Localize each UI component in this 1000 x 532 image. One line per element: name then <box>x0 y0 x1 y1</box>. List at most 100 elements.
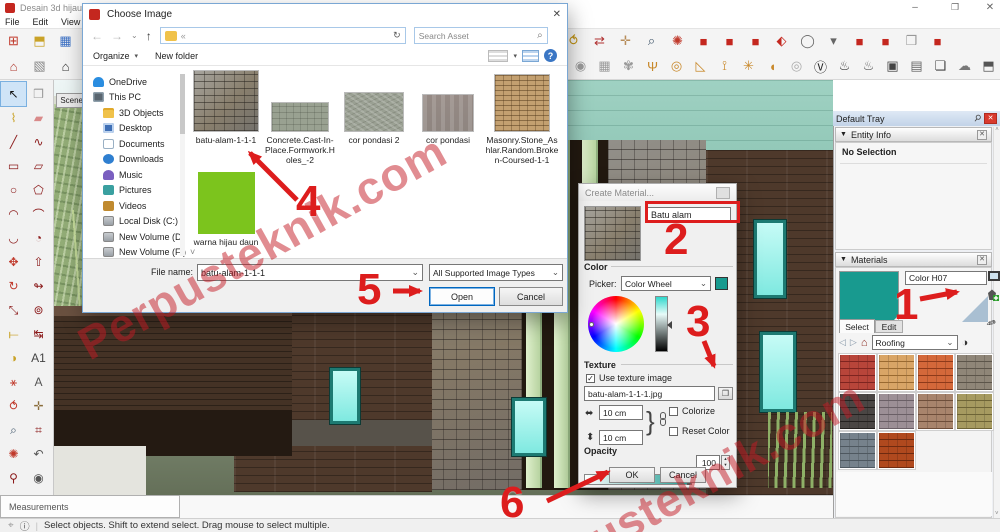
display-in-model-icon[interactable] <box>988 271 1000 281</box>
organize-button[interactable]: Organize <box>93 51 130 61</box>
tag-icon[interactable]: ⬖ <box>771 31 792 51</box>
position-camera-tool[interactable]: ⚲ <box>1 466 26 490</box>
pan-tool[interactable]: ✛ <box>26 394 51 418</box>
file-name-combo[interactable]: batu-alam-1-1-1 ⌄ <box>197 264 423 281</box>
export-icon[interactable]: ■ <box>745 31 766 51</box>
teapot-edit-icon[interactable]: ♨ <box>858 56 879 76</box>
two-point-arc-tool[interactable]: ⌒ <box>26 202 51 226</box>
texture-width-field[interactable]: 10 cm <box>599 405 643 420</box>
extension-icon-3[interactable]: ■ <box>927 31 948 51</box>
material-red-shingles[interactable] <box>838 353 877 392</box>
triangle-tool-icon[interactable]: ◺ <box>690 56 711 76</box>
push-pull-tool[interactable]: ⇧ <box>26 250 51 274</box>
dialog-close-icon[interactable]: ✕ <box>553 9 561 20</box>
collapse-icon[interactable]: ▼ <box>840 256 847 263</box>
materials-header[interactable]: ▼ Materials ✕ <box>835 252 992 267</box>
window-icon[interactable]: ❏ <box>930 56 951 76</box>
extension-icon-2[interactable]: ■ <box>875 31 896 51</box>
offset-tool[interactable]: ⊚ <box>26 298 51 322</box>
file-thumbnail-batu-alam[interactable] <box>193 70 259 132</box>
components-icon[interactable]: ❒ <box>901 31 922 51</box>
details-view-icon[interactable] <box>522 49 539 62</box>
house-icon[interactable]: ⌂ <box>3 56 24 76</box>
warehouse-icon[interactable]: ■ <box>693 31 714 51</box>
aspect-lock-icon[interactable] <box>660 412 666 426</box>
text-tool[interactable]: A1 <box>26 346 51 370</box>
move-tool[interactable]: ✥ <box>1 250 26 274</box>
batch-render-icon[interactable]: ▤ <box>906 56 927 76</box>
sidebar-item-this-pc[interactable]: This PC <box>93 90 179 106</box>
open-model-icon[interactable]: ⬒ <box>29 31 50 51</box>
picker-dropdown[interactable]: Color Wheel ⌄ <box>621 276 711 291</box>
three-point-arc-tool[interactable]: ◡ <box>1 226 26 250</box>
entity-info-close-icon[interactable]: ✕ <box>977 129 987 140</box>
file-thumbnail-concrete[interactable] <box>271 102 329 132</box>
menu-file[interactable]: File <box>5 17 20 27</box>
material-terracotta-tiles[interactable] <box>877 431 916 470</box>
zoom-window-tool[interactable]: ⌗ <box>26 418 51 442</box>
sidebar-item-new-volume-d[interactable]: New Volume (D: <box>103 229 184 245</box>
pin-icon[interactable]: ⚲ <box>972 112 983 125</box>
material-thatch[interactable] <box>955 392 994 431</box>
value-slider-handle[interactable] <box>667 321 672 329</box>
lasso-tool[interactable]: ⌇ <box>1 106 26 130</box>
browse-texture-icon[interactable]: ❒ <box>718 387 733 400</box>
reset-color-box[interactable] <box>669 427 678 436</box>
file-thumbnail-masonry[interactable] <box>494 74 550 132</box>
material-tan-scallop-tiles[interactable] <box>877 353 916 392</box>
texture-file-input[interactable]: batu-alam-1-1-1.jpg <box>584 386 715 401</box>
make-component-tool[interactable]: ❒ <box>26 82 51 106</box>
sidebar-item-local-disk-c[interactable]: Local Disk (C:) <box>103 214 179 230</box>
color-wheel[interactable] <box>588 296 644 352</box>
ok-button[interactable]: OK <box>609 467 655 483</box>
lock-icon[interactable]: ⬒ <box>978 56 999 76</box>
new-folder-button[interactable]: New folder <box>155 51 198 61</box>
dialog-cancel-button[interactable]: Cancel <box>499 287 563 306</box>
scale-tool[interactable]: ⤡ <box>1 298 26 322</box>
sample-paint-icon[interactable]: ◑ <box>962 337 969 349</box>
cancel-button[interactable]: Cancel <box>660 467 706 483</box>
file-tile[interactable]: warna hijau daun <box>189 170 263 247</box>
freehand-tool[interactable]: ∿ <box>26 130 51 154</box>
sidebar-item-onedrive[interactable]: OneDrive <box>93 74 179 90</box>
measurements-box[interactable]: Measurements <box>0 495 180 518</box>
up-icon[interactable]: ↑ <box>146 29 152 43</box>
save-model-icon[interactable]: ▦ <box>55 31 76 51</box>
sandbox-contours-icon[interactable]: ◉ <box>570 56 591 76</box>
collection-dropdown[interactable]: Roofing ⌄ <box>871 335 958 350</box>
protractor-tool[interactable]: ◑ <box>1 346 26 370</box>
sandbox-scratch-icon[interactable]: ▦ <box>594 56 615 76</box>
back-icon[interactable]: ← <box>91 29 103 43</box>
pan-hand-icon[interactable]: ✛ <box>615 31 636 51</box>
file-thumbnail-cor-pondasi-2[interactable] <box>344 92 404 132</box>
wheel-handle[interactable] <box>589 322 594 327</box>
sidebar-scrollbar[interactable] <box>180 74 185 256</box>
file-tile[interactable]: batu-alam-1-1-1 <box>189 68 263 145</box>
forward-icon[interactable]: ▷ <box>850 337 857 348</box>
help-icon[interactable]: ⓘ <box>20 518 30 532</box>
opacity-spinner[interactable]: ▲ ▼ <box>721 455 730 470</box>
sidebar-item-videos[interactable]: Videos <box>103 198 179 214</box>
menu-edit[interactable]: Edit <box>33 17 49 27</box>
tape-measure-tool[interactable]: ⟝ <box>1 322 26 346</box>
line-tool[interactable]: ╱ <box>1 130 26 154</box>
file-tile[interactable]: Masonry.Stone_Ashlar.Random.Broken-Cours… <box>485 68 559 166</box>
polygon-tool[interactable]: ⬠ <box>26 178 51 202</box>
refresh-icon[interactable]: ↻ <box>393 30 401 41</box>
sidebar-item-downloads[interactable]: Downloads <box>103 152 179 168</box>
rotated-rectangle-tool[interactable]: ▱ <box>26 154 51 178</box>
material-brown-roof-tiles[interactable] <box>916 392 955 431</box>
view-toggle-icon[interactable] <box>488 49 509 62</box>
select-tool[interactable]: ↖ <box>0 81 27 107</box>
tray-close-icon[interactable]: ✕ <box>984 113 997 124</box>
help-icon[interactable]: ? <box>544 49 557 62</box>
3d-text-tool[interactable]: A <box>26 370 51 394</box>
sun-tool-icon[interactable]: ✳ <box>738 56 759 76</box>
look-around-tool[interactable]: ◉ <box>26 466 51 490</box>
file-type-combo[interactable]: All Supported Image Types ⌄ <box>429 264 563 281</box>
colorize-checkbox[interactable] <box>669 407 678 416</box>
open-button[interactable]: Open <box>429 287 495 306</box>
extension-icon-1[interactable]: ■ <box>849 31 870 51</box>
close-button[interactable]: ✕ <box>980 2 1000 13</box>
sidebar-item-documents[interactable]: Documents <box>103 136 179 152</box>
